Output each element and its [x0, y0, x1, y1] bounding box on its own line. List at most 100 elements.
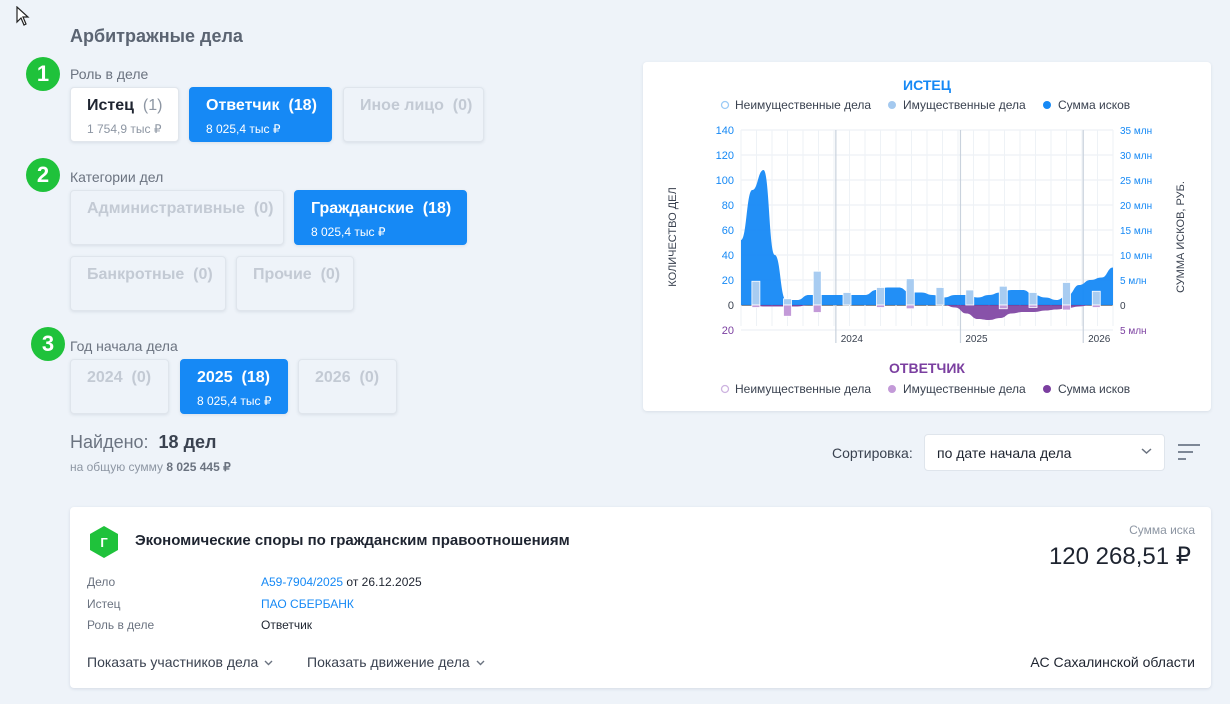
defendant-bar [1062, 304, 1071, 311]
x-tick-label: 2024 [841, 334, 864, 345]
y-tick-label-right: 0 [1120, 301, 1126, 312]
chevron-down-icon [476, 660, 485, 666]
y-axis-label-right: СУММА ИСКОВ, РУБ. [1175, 181, 1187, 293]
page-title: Арбитражные дела [70, 26, 243, 46]
chart-card: 140 120 100 80 60 40 20 0 20 35 млн 30 млн 25 млн 20… [643, 62, 1211, 411]
role-chip-defendant[interactable]: Ответчик (18) 8 025,4 тыс ₽ [189, 87, 332, 142]
defendant-bar [876, 304, 885, 308]
legend-marker-property [888, 385, 896, 393]
y-tick-label-left: 40 [722, 250, 734, 262]
plaintiff-bar [812, 270, 822, 306]
defendant-bar [783, 304, 792, 317]
found-count: Найдено: 18 дел [70, 432, 217, 452]
plaintiff-bar [876, 287, 885, 306]
defendant-bar [812, 304, 822, 313]
chip-sum: 1 754,9 тыс ₽ [87, 122, 162, 136]
show-movement-toggle[interactable]: Показать движение дела [307, 654, 485, 670]
y-tick-label-left: 20 [722, 325, 734, 337]
plaintiff-bar [905, 278, 915, 306]
case-card[interactable]: Г Экономические споры по гражданским пра… [70, 507, 1211, 688]
role-chip-other[interactable]: Иное лицо (0) [343, 87, 484, 142]
category-chip-bankruptcy[interactable]: Банкротные (0) [70, 256, 226, 311]
legend-label-sum: Сумма исков [1058, 98, 1130, 112]
categories-section-label: Категории дел [70, 169, 164, 185]
y-tick-label-right: 15 млн [1120, 226, 1152, 237]
category-chip-other[interactable]: Прочие (0) [236, 256, 354, 311]
case-plaintiff-link[interactable]: ПАО СБЕРБАНК [261, 597, 354, 611]
plaintiff-bar [1062, 282, 1071, 306]
plaintiff-bar [1028, 292, 1038, 306]
sort-select[interactable]: по дате начала дела [924, 434, 1165, 471]
chip-name: Административные (0) [87, 200, 274, 217]
case-sum-value: 120 268,51 ₽ [1048, 543, 1191, 570]
chip-sum: 8 025,4 тыс ₽ [206, 122, 281, 136]
year-chip-2026[interactable]: 2026 (0) [298, 359, 397, 414]
year-chip-2025[interactable]: 2025 (18) 8 025,4 тыс ₽ [180, 359, 288, 414]
case-sum-label: Сумма иска [1129, 523, 1195, 537]
role-chip-plaintiff[interactable]: Истец (1) 1 754,9 тыс ₽ [70, 87, 179, 142]
legend-marker-property [888, 101, 896, 109]
case-number-label: Дело [87, 575, 116, 589]
plaintiff-bar [751, 280, 761, 306]
case-role-value: Ответчик [261, 618, 313, 632]
legend-label-property: Имущественные дела [903, 98, 1026, 112]
sort-order-icon[interactable] [1178, 443, 1200, 461]
court-name: АС Сахалинской области [1030, 654, 1195, 670]
y-tick-label-left: 60 [722, 225, 734, 237]
category-chip-civil[interactable]: Гражданские (18) 8 025,4 тыс ₽ [294, 190, 467, 245]
defendant-bar [998, 304, 1008, 310]
case-number-value: А59-7904/2025 от 26.12.2025 [261, 575, 422, 589]
plaintiff-bar [935, 287, 945, 306]
y-tick-label-left: 140 [716, 125, 734, 137]
chip-sum: 8 025,4 тыс ₽ [311, 225, 386, 239]
chevron-down-icon [1141, 448, 1152, 455]
chip-name: Гражданские (18) [311, 200, 452, 217]
chip-name: Прочие (0) [253, 266, 341, 283]
case-title[interactable]: Экономические споры по гражданским право… [135, 532, 570, 549]
sort-select-value: по дате начала дела [937, 445, 1072, 461]
y-axis-label-left: КОЛИЧЕСТВО ДЕЛ [667, 187, 679, 286]
chevron-down-icon [264, 660, 273, 666]
legend-label-property: Имущественные дела [903, 382, 1026, 396]
plaintiff-bar [965, 289, 975, 306]
found-total-sum: на общую сумму 8 025 445 ₽ [70, 460, 231, 474]
y-tick-label-right: 25 млн [1120, 176, 1152, 187]
show-participants-toggle[interactable]: Показать участников дела [87, 654, 273, 670]
chart-title-defendant: ОТВЕТЧИК [889, 360, 965, 376]
step-2-badge: 2 [26, 158, 60, 192]
defendant-bar [751, 304, 761, 308]
step-3-badge: 3 [31, 327, 65, 361]
y-tick-label-left: 100 [716, 175, 734, 187]
legend-label-nonproperty: Неимущественные дела [735, 382, 871, 396]
case-badge-letter: Г [100, 535, 108, 550]
year-chip-2024[interactable]: 2024 (0) [70, 359, 169, 414]
chart-title-plaintiff: ИСТЕЦ [903, 77, 952, 93]
y-tick-label-left: 0 [728, 300, 734, 312]
sort-label: Сортировка: [832, 445, 913, 461]
legend-marker-sum [1043, 385, 1051, 393]
chip-name: 2025 (18) [197, 369, 270, 386]
defendant-bar [1091, 304, 1101, 308]
plaintiff-bar [783, 298, 792, 306]
y-tick-label-right: 5 млн [1120, 326, 1147, 337]
legend-marker-nonproperty [720, 384, 730, 394]
chip-name: 2024 (0) [87, 369, 152, 386]
case-role-label: Роль в деле [87, 618, 155, 632]
case-number-link[interactable]: А59-7904/2025 [261, 575, 343, 589]
chip-name: 2026 (0) [315, 369, 380, 386]
case-plaintiff-label: Истец [87, 597, 121, 611]
y-tick-label-right: 35 млн [1120, 126, 1152, 137]
legend-marker-sum [1043, 101, 1051, 109]
y-tick-label-left: 20 [722, 275, 734, 287]
y-tick-label-right: 10 млн [1120, 251, 1152, 262]
cases-chart: 140 120 100 80 60 40 20 0 20 35 млн 30 млн 25 млн 20… [667, 77, 1187, 396]
legend-label-nonproperty: Неимущественные дела [735, 98, 871, 112]
legend-label-sum: Сумма исков [1058, 382, 1130, 396]
plaintiff-bar [998, 285, 1008, 306]
defendant-bar [1028, 304, 1038, 308]
category-chip-administrative[interactable]: Административные (0) [70, 190, 284, 245]
case-plaintiff-value: ПАО СБЕРБАНК [261, 597, 354, 611]
y-tick-label-left: 120 [716, 150, 734, 162]
legend-plaintiff: Неимущественные дела Имущественные дела … [720, 98, 1130, 112]
plaintiff-bar [842, 292, 852, 306]
